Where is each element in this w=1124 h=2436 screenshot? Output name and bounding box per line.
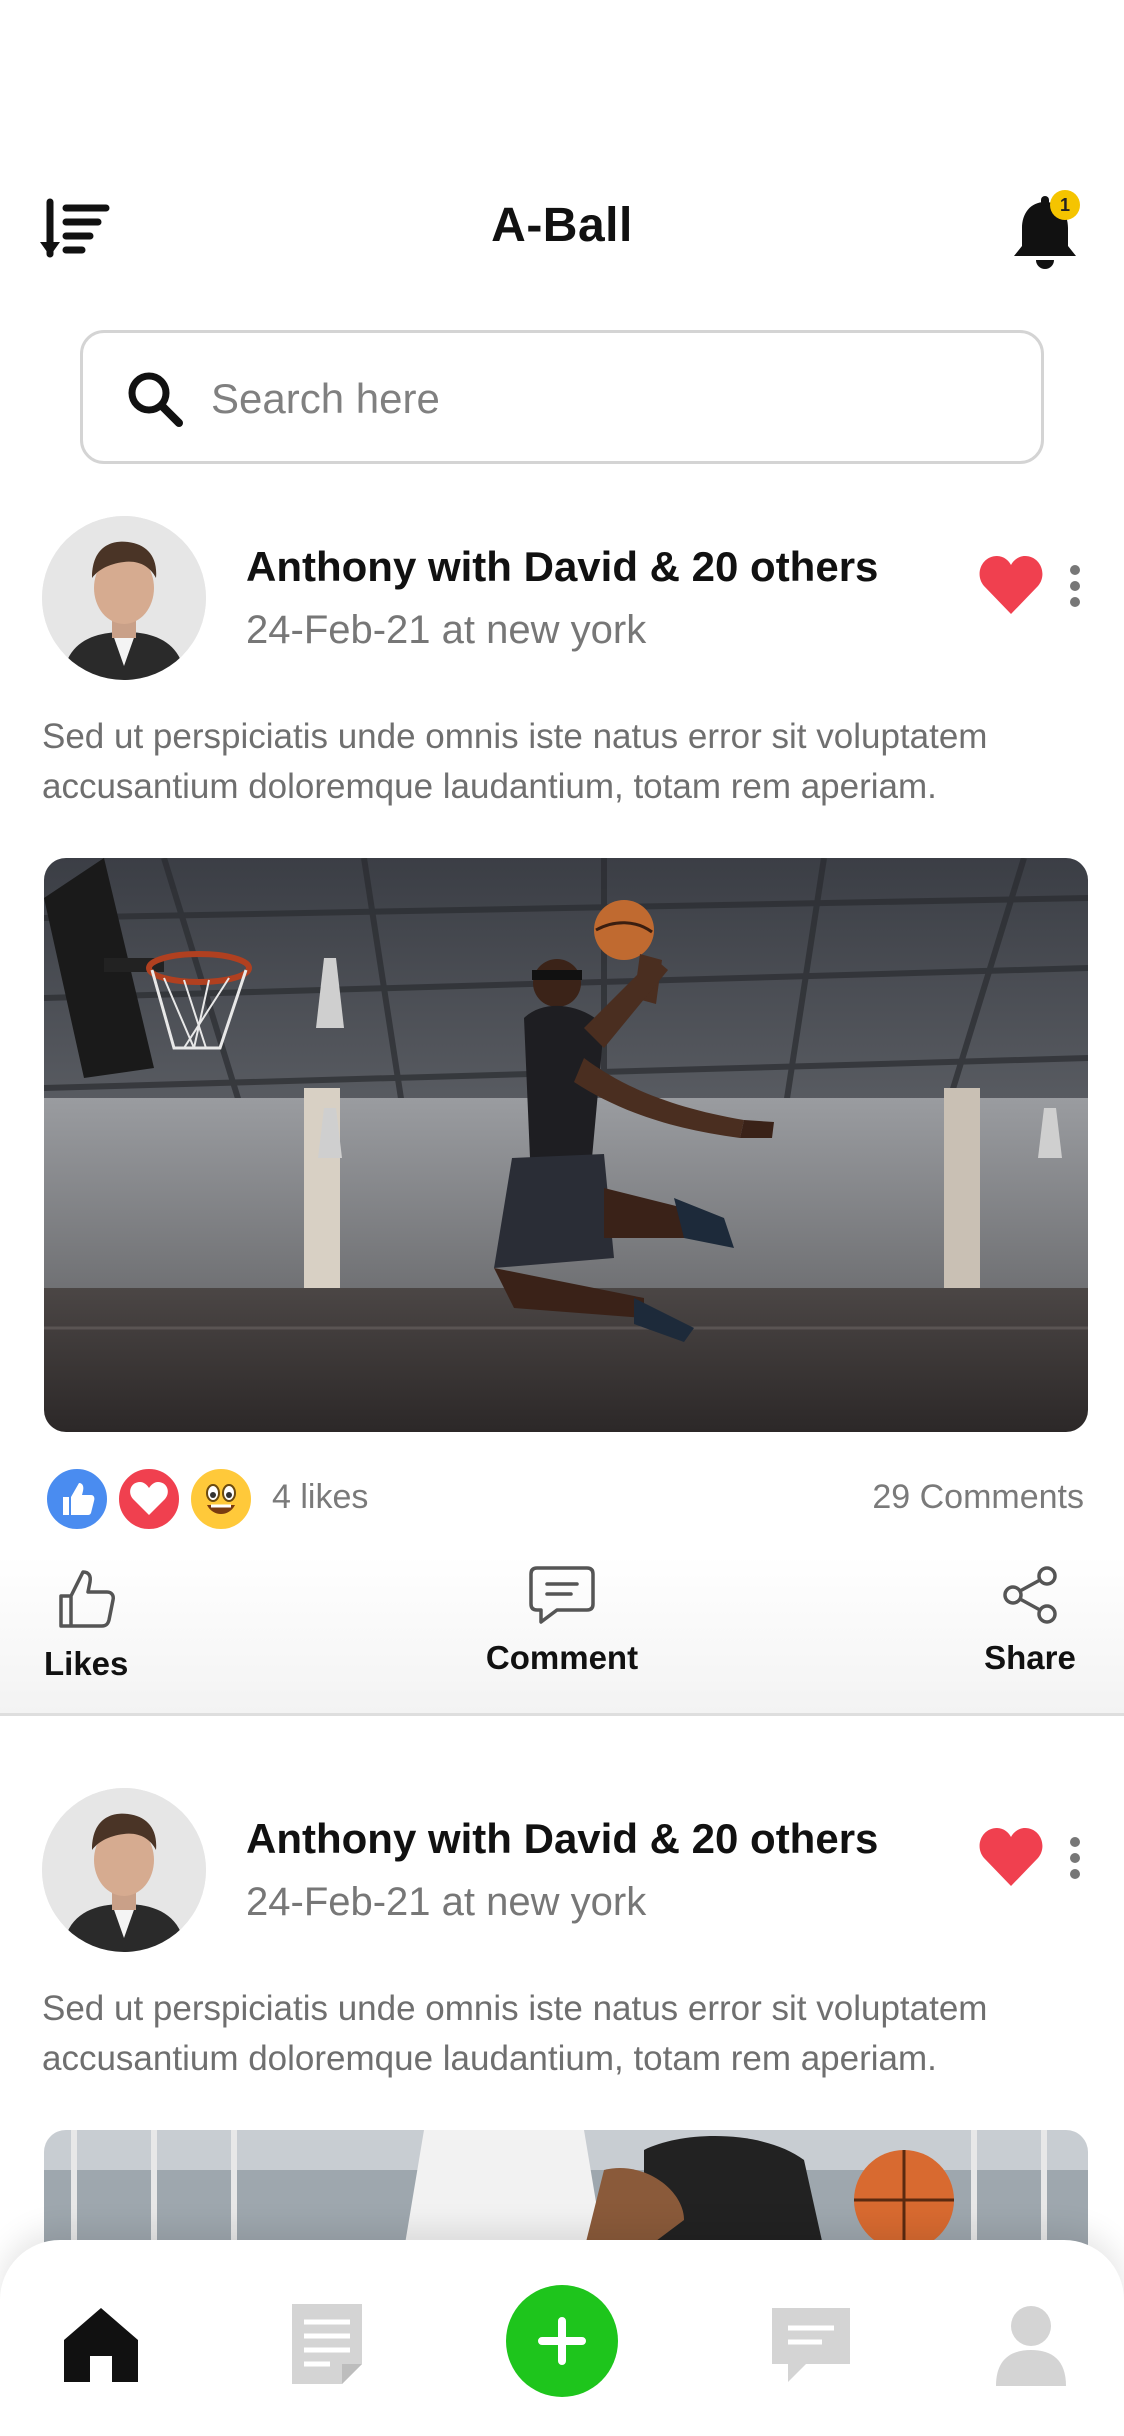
comment-button[interactable]: Comment [480, 1564, 644, 1677]
more-options-icon[interactable] [1060, 546, 1090, 626]
more-options-icon[interactable] [1060, 1818, 1090, 1898]
add-icon [538, 2317, 586, 2365]
add-post-button[interactable] [506, 2285, 618, 2397]
comment-label: Comment [485, 1639, 639, 1676]
share-button[interactable]: Share [980, 1564, 1080, 1677]
comment-icon [529, 1566, 595, 1624]
share-icon [1003, 1566, 1057, 1624]
post-card: Anthony with David & 20 others 24-Feb-21… [0, 1788, 1124, 2250]
likes-label: Likes [44, 1645, 129, 1682]
thumbs-up-outline-icon [59, 1570, 115, 1628]
like-heart-icon[interactable] [978, 554, 1044, 616]
post-author[interactable]: Anthony with David & 20 others [246, 1815, 878, 1863]
avatar[interactable] [42, 516, 206, 680]
notification-bell-icon[interactable]: 1 [1010, 190, 1080, 270]
likes-button[interactable]: Likes [44, 1566, 128, 1683]
likes-count[interactable]: 4 likes [272, 1478, 368, 1517]
post-card: Anthony with David & 20 others 24-Feb-21… [0, 516, 1124, 1716]
share-label: Share [984, 1639, 1076, 1676]
document-icon[interactable] [282, 2300, 372, 2390]
search-input[interactable] [211, 363, 1011, 435]
heart-icon [116, 1466, 182, 1532]
post-text: Sed ut perspiciatis unde omnis iste natu… [42, 1989, 988, 2078]
search-bar [80, 330, 1044, 464]
search-icon [125, 369, 185, 429]
reactions-row: 4 likes 29 Comments [44, 1466, 1084, 1532]
post-text: Sed ut perspiciatis unde omnis iste natu… [42, 717, 988, 806]
post-actions: Likes Comment Share [0, 1556, 1124, 1716]
comments-count[interactable]: 29 Comments [872, 1478, 1084, 1517]
post-meta: 24-Feb-21 at new york [246, 1880, 647, 1924]
post-author[interactable]: Anthony with David & 20 others [246, 543, 878, 591]
home-icon[interactable] [56, 2300, 146, 2390]
thumbs-up-icon [44, 1466, 110, 1532]
notification-badge: 1 [1050, 190, 1080, 220]
laughing-emoji-icon [188, 1466, 254, 1532]
profile-icon[interactable] [986, 2300, 1076, 2390]
avatar[interactable] [42, 1788, 206, 1952]
app-header: A-Ball 1 [0, 180, 1124, 280]
post-image[interactable] [44, 2130, 1088, 2250]
page-title: A-Ball [491, 199, 633, 252]
post-meta: 24-Feb-21 at new york [246, 608, 647, 652]
post-image[interactable] [44, 858, 1088, 1432]
bottom-navigation [0, 2240, 1124, 2436]
chat-icon[interactable] [766, 2300, 856, 2390]
like-heart-icon[interactable] [978, 1826, 1044, 1888]
